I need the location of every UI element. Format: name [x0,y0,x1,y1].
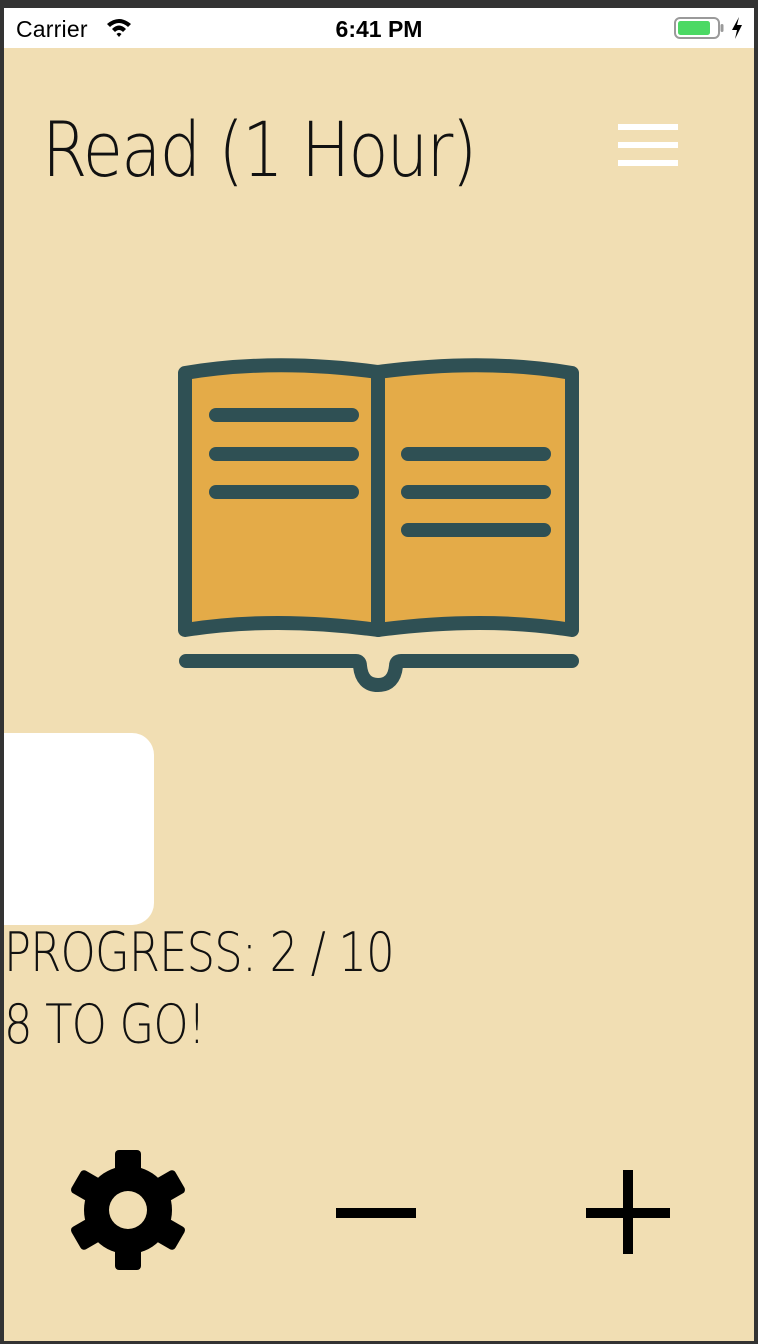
progress-card [4,733,154,925]
menu-button[interactable] [610,118,682,172]
charging-bolt-icon [732,17,742,39]
settings-button[interactable] [66,1148,190,1272]
battery-icon [674,17,724,39]
app-screen: Carrier 6:41 PM Read (1 Hour) PROGRESS: … [4,8,754,1341]
decrement-button[interactable] [330,1188,420,1238]
status-bar: Carrier 6:41 PM [4,8,754,48]
remaining-label: 8 TO GO! [4,993,206,1056]
minus-icon [336,1208,416,1218]
clock: 6:41 PM [335,16,423,42]
open-book-icon [178,358,579,692]
increment-button[interactable] [582,1168,672,1258]
page-title: Read (1 Hour) [42,105,477,194]
gear-icon [71,1150,185,1270]
plus-icon [586,1170,670,1254]
progress-label: PROGRESS: 2 / 10 [4,921,395,984]
